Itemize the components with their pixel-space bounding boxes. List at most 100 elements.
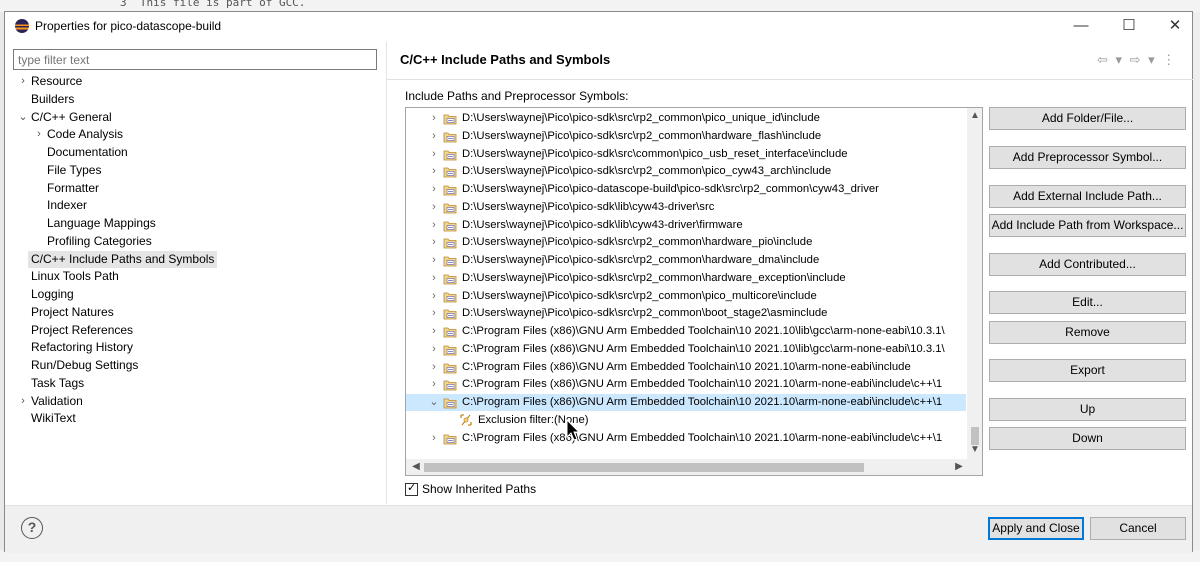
include-folder-icon [443, 185, 457, 196]
nav-item[interactable]: Project References [28, 322, 136, 339]
checkmark-icon: ✓ [407, 482, 417, 494]
pane-divider[interactable] [386, 42, 387, 504]
nav-item[interactable]: Language Mappings [44, 215, 159, 232]
include-folder-icon [443, 309, 457, 320]
include-path-row[interactable]: › D:\Users\waynej\Pico\pico-sdk\src\rp2_c… [406, 128, 966, 145]
include-path-text: D:\Users\waynej\Pico\pico-sdk\src\rp2_co… [462, 165, 832, 178]
include-path-row[interactable]: › D:\Users\waynej\Pico\pico-sdk\src\rp2_c… [406, 252, 966, 269]
nav-item[interactable]: Documentation [44, 144, 131, 161]
add-include-path-workspace-button[interactable]: Add Include Path from Workspace... [989, 214, 1186, 237]
nav-item[interactable]: Logging [28, 286, 77, 303]
chevron-right-icon[interactable]: › [428, 376, 440, 393]
nav-item[interactable]: Code Analysis [44, 126, 126, 143]
vertical-scrollbar[interactable]: ▲ ▼ [967, 108, 982, 459]
header-divider [387, 79, 1193, 80]
include-path-row[interactable]: › D:\Users\waynej\Pico\pico-sdk\src\rp2_c… [406, 305, 966, 322]
chevron-right-icon[interactable]: › [428, 217, 440, 234]
chevron-right-icon[interactable]: › [428, 252, 440, 269]
maximize-button[interactable]: ☐ [1114, 16, 1144, 36]
edit-button[interactable]: Edit... [989, 291, 1186, 314]
include-path-row[interactable]: › C:\Program Files (x86)\GNU Arm Embedded… [406, 359, 966, 376]
nav-item[interactable]: Indexer [44, 197, 90, 214]
apply-and-close-button[interactable]: Apply and Close [988, 517, 1084, 540]
nav-item[interactable]: Linux Tools Path [28, 268, 122, 285]
chevron-right-icon[interactable]: › [428, 305, 440, 322]
background-code-line: 3 This file is part of GCC. [120, 0, 306, 9]
include-paths-tree[interactable]: › C:\Program Files (x86)\GNU Arm Embedded… [405, 107, 983, 476]
scroll-right-icon[interactable]: ▶ [951, 461, 967, 472]
include-path-row[interactable]: › D:\Users\waynej\Pico\pico-sdk\src\commo… [406, 146, 966, 163]
background-right-edge [1193, 12, 1200, 552]
nav-item[interactable]: Formatter [44, 180, 102, 197]
include-path-row[interactable]: › D:\Users\waynej\Pico\pico-sdk\lib\cyw43… [406, 199, 966, 216]
chevron-right-icon[interactable]: › [428, 430, 440, 447]
filter-input[interactable] [13, 49, 377, 70]
scroll-up-icon[interactable]: ▲ [967, 110, 982, 121]
horizontal-scrollbar[interactable]: ◀ ▶ [406, 459, 982, 475]
chevron-right-icon[interactable]: › [428, 359, 440, 376]
include-folder-icon [443, 274, 457, 285]
cancel-button[interactable]: Cancel [1090, 517, 1186, 540]
add-preprocessor-symbol-button[interactable]: Add Preprocessor Symbol... [989, 146, 1186, 169]
close-button[interactable]: ✕ [1160, 16, 1190, 36]
vertical-scroll-thumb[interactable] [971, 427, 979, 445]
nav-item[interactable]: WikiText [28, 410, 79, 427]
chevron-right-icon[interactable]: › [428, 110, 440, 127]
chevron-right-icon[interactable]: › [428, 288, 440, 305]
nav-item[interactable]: Builders [28, 91, 77, 108]
chevron-right-icon[interactable]: › [428, 323, 440, 340]
minimize-button[interactable]: — [1066, 16, 1096, 36]
exclusion-filter-row[interactable]: Exclusion filter:(None) [406, 412, 966, 429]
nav-item[interactable]: File Types [44, 162, 104, 179]
show-inherited-paths-checkbox[interactable]: ✓ [405, 482, 418, 496]
nav-item[interactable]: Task Tags [28, 375, 87, 392]
nav-item[interactable]: C/C++ Include Paths and Symbols [28, 250, 218, 268]
include-path-row[interactable]: › D:\Users\waynej\Pico\pico-sdk\src\rp2_c… [406, 270, 966, 287]
include-path-row[interactable]: › D:\Users\waynej\Pico\pico-sdk\lib\cyw43… [406, 217, 966, 234]
add-external-include-path-button[interactable]: Add External Include Path... [989, 185, 1186, 208]
section-label: Include Paths and Preprocessor Symbols: [405, 89, 629, 103]
add-folder-file-button[interactable]: Add Folder/File... [989, 107, 1186, 130]
include-path-row[interactable]: › C:\Program Files (x86)\GNU Arm Embedded… [406, 376, 966, 393]
chevron-right-icon[interactable]: › [428, 199, 440, 216]
chevron-right-icon[interactable]: › [428, 234, 440, 251]
chevron-right-icon[interactable]: › [428, 270, 440, 287]
include-path-row[interactable]: › C:\Program Files (x86)\GNU Arm Embedded… [406, 430, 966, 447]
nav-item[interactable]: Project Natures [28, 304, 117, 321]
export-button[interactable]: Export [989, 359, 1186, 382]
scroll-left-icon[interactable]: ◀ [408, 461, 424, 472]
include-path-row[interactable]: › C:\Program Files (x86)\GNU Arm Embedded… [406, 341, 966, 358]
nav-item[interactable]: Profiling Categories [44, 233, 155, 250]
show-inherited-paths-label[interactable]: Show Inherited Paths [422, 482, 536, 496]
horizontal-scroll-thumb[interactable] [424, 463, 864, 472]
include-path-row[interactable]: › D:\Users\waynej\Pico\pico-sdk\src\rp2_c… [406, 163, 966, 180]
include-path-row[interactable]: › D:\Users\waynej\Pico\pico-sdk\src\rp2_c… [406, 288, 966, 305]
nav-item[interactable]: Refactoring History [28, 339, 136, 356]
include-path-row[interactable]: › D:\Users\waynej\Pico\pico-sdk\src\rp2_c… [406, 110, 966, 127]
help-icon[interactable]: ? [21, 517, 43, 539]
navigation-history-icons[interactable]: ⇦ ▾ ⇨ ▾ ⋮ [1097, 52, 1177, 68]
include-folder-icon [443, 114, 457, 125]
chevron-down-icon[interactable]: ⌄ [428, 394, 440, 411]
down-button[interactable]: Down [989, 427, 1186, 450]
include-path-row[interactable]: › D:\Users\waynej\Pico\pico-datascope-bui… [406, 181, 966, 198]
remove-button[interactable]: Remove [989, 321, 1186, 344]
chevron-right-icon[interactable]: › [428, 341, 440, 358]
up-button[interactable]: Up [989, 398, 1186, 421]
include-path-row[interactable]: › C:\Program Files (x86)\GNU Arm Embedded… [406, 323, 966, 340]
nav-item[interactable]: Run/Debug Settings [28, 357, 141, 374]
scroll-down-icon[interactable]: ▼ [967, 444, 982, 455]
chevron-right-icon[interactable]: › [428, 146, 440, 163]
include-folder-icon [443, 238, 457, 249]
chevron-right-icon[interactable]: › [428, 181, 440, 198]
page-title: C/C++ Include Paths and Symbols [400, 52, 611, 67]
include-path-row[interactable]: ⌄ C:\Program Files (x86)\GNU Arm Embedded… [406, 394, 966, 411]
chevron-right-icon[interactable]: › [428, 163, 440, 180]
title-bar: Properties for pico-datascope-build — ☐ … [5, 12, 1192, 40]
nav-item[interactable]: Validation [28, 393, 86, 410]
chevron-right-icon[interactable]: › [428, 128, 440, 145]
add-contributed-button[interactable]: Add Contributed... [989, 253, 1186, 276]
nav-item[interactable]: Resource [28, 73, 85, 90]
nav-item[interactable]: C/C++ General [28, 109, 115, 126]
include-path-row[interactable]: › D:\Users\waynej\Pico\pico-sdk\src\rp2_c… [406, 234, 966, 251]
